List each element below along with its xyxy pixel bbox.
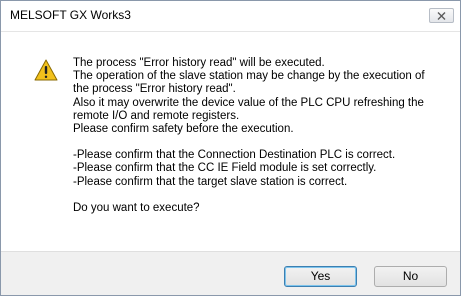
- message-line: the process "Error history read".: [73, 83, 236, 96]
- no-button[interactable]: No: [374, 266, 447, 287]
- check-line: -Please confirm that the Connection Dest…: [73, 149, 396, 162]
- close-icon: [437, 12, 446, 20]
- yes-button[interactable]: Yes: [284, 266, 357, 287]
- close-button[interactable]: [429, 8, 454, 23]
- message-line: Please confirm safety before the executi…: [73, 123, 294, 136]
- dialog-content: The process "Error history read" will be…: [1, 32, 460, 251]
- check-line: -Please confirm that the target slave st…: [73, 175, 348, 188]
- message-line: Also it may overwrite the device value o…: [73, 96, 424, 109]
- confirm-dialog: MELSOFT GX Works3 The process "Error his…: [0, 0, 461, 296]
- check-line: -Please confirm that the CC IE Field mod…: [73, 162, 377, 175]
- message-line: remote I/O and remote registers.: [73, 109, 240, 122]
- window-title: MELSOFT GX Works3: [10, 8, 131, 22]
- button-bar: Yes No: [1, 251, 460, 295]
- title-bar: MELSOFT GX Works3: [1, 1, 460, 32]
- message-text: The process "Error history read" will be…: [73, 57, 448, 215]
- message-line: The process "Error history read" will be…: [73, 57, 325, 69]
- message-line: The operation of the slave station may b…: [73, 70, 425, 83]
- question-text: Do you want to execute?: [73, 201, 200, 214]
- warning-icon: [34, 59, 58, 81]
